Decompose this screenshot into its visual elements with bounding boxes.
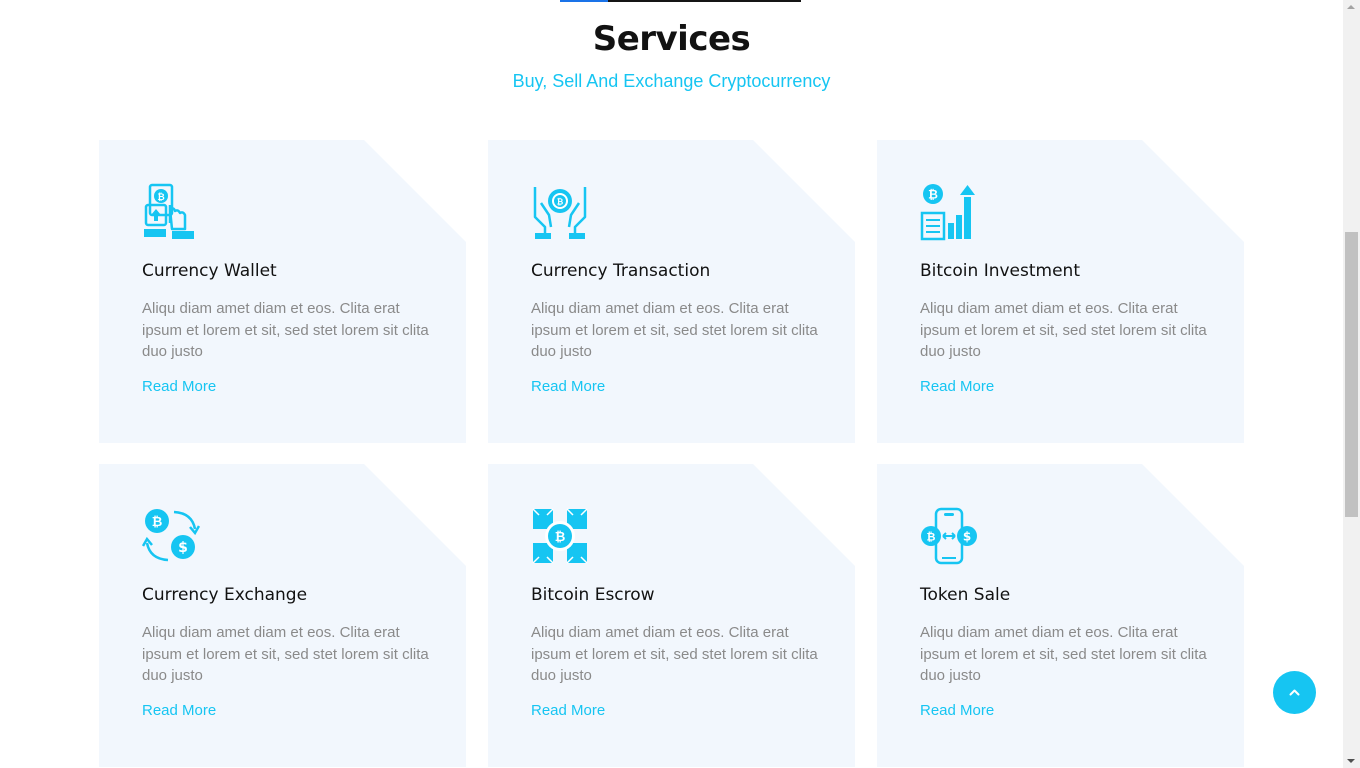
service-card-currency-transaction: ₿ Currency Transaction Aliqu diam amet d…: [488, 140, 855, 443]
read-more-link[interactable]: Read More: [920, 702, 994, 719]
card-title: Currency Wallet: [142, 261, 277, 281]
service-card-currency-wallet: ₿ Currency Wallet Aliqu diam amet diam e…: [99, 140, 466, 443]
wallet-icon: ₿: [144, 183, 194, 239]
svg-text:₿: ₿: [555, 530, 566, 545]
service-card-currency-exchange: ₿ $ Currency Exchange Aliqu diam amet di…: [99, 464, 466, 767]
card-title: Bitcoin Escrow: [531, 585, 655, 605]
card-title: Token Sale: [920, 585, 1011, 605]
transaction-icon: ₿: [533, 187, 587, 239]
investment-chart-icon: ₿: [920, 184, 975, 241]
read-more-link[interactable]: Read More: [920, 378, 994, 395]
svg-text:$: $: [963, 530, 971, 544]
card-title: Bitcoin Investment: [920, 261, 1080, 281]
scrollbar-thumb[interactable]: [1345, 232, 1358, 517]
read-more-link[interactable]: Read More: [142, 702, 216, 719]
divider-accent: [560, 0, 608, 2]
read-more-link[interactable]: Read More: [531, 702, 605, 719]
section-top-divider: [560, 0, 801, 2]
svg-text:$: $: [178, 540, 188, 556]
chevron-up-icon: [1289, 689, 1300, 696]
card-description: Aliqu diam amet diam et eos. Clita erat …: [142, 300, 429, 360]
svg-text:₿: ₿: [152, 515, 163, 530]
svg-text:₿: ₿: [157, 192, 164, 203]
card-title: Currency Transaction: [531, 261, 711, 281]
vertical-scrollbar[interactable]: [1343, 0, 1360, 768]
svg-text:₿: ₿: [557, 198, 564, 207]
card-description: Aliqu diam amet diam et eos. Clita erat …: [920, 300, 1207, 360]
svg-text:₿: ₿: [928, 188, 938, 202]
card-description: Aliqu diam amet diam et eos. Clita erat …: [142, 624, 429, 684]
exchange-icon: ₿ $: [142, 509, 200, 562]
scroll-up-arrow-icon[interactable]: [1347, 5, 1355, 9]
escrow-blocks-icon: ₿: [532, 508, 588, 564]
service-card-bitcoin-escrow: ₿ Bitcoin Escrow Aliqu diam amet diam et…: [488, 464, 855, 767]
service-card-token-sale: ₿ $ Token Sale Aliqu diam amet diam et e…: [877, 464, 1244, 767]
services-page: Services Buy, Sell And Exchange Cryptocu…: [0, 0, 1343, 768]
token-phone-icon: ₿ $: [921, 507, 977, 565]
svg-text:₿: ₿: [927, 531, 936, 544]
back-to-top-button[interactable]: [1273, 671, 1316, 714]
scroll-down-arrow-icon[interactable]: [1347, 759, 1355, 763]
service-card-bitcoin-investment: ₿ Bitcoin Investment Aliqu diam amet dia…: [877, 140, 1244, 443]
section-title: Services: [592, 19, 751, 59]
card-description: Aliqu diam amet diam et eos. Clita erat …: [531, 300, 818, 360]
card-description: Aliqu diam amet diam et eos. Clita erat …: [920, 624, 1207, 684]
card-title: Currency Exchange: [142, 585, 308, 605]
card-description: Aliqu diam amet diam et eos. Clita erat …: [531, 624, 818, 684]
read-more-link[interactable]: Read More: [142, 378, 216, 395]
section-subtitle: Buy, Sell And Exchange Cryptocurrency: [512, 71, 831, 91]
read-more-link[interactable]: Read More: [531, 378, 605, 395]
